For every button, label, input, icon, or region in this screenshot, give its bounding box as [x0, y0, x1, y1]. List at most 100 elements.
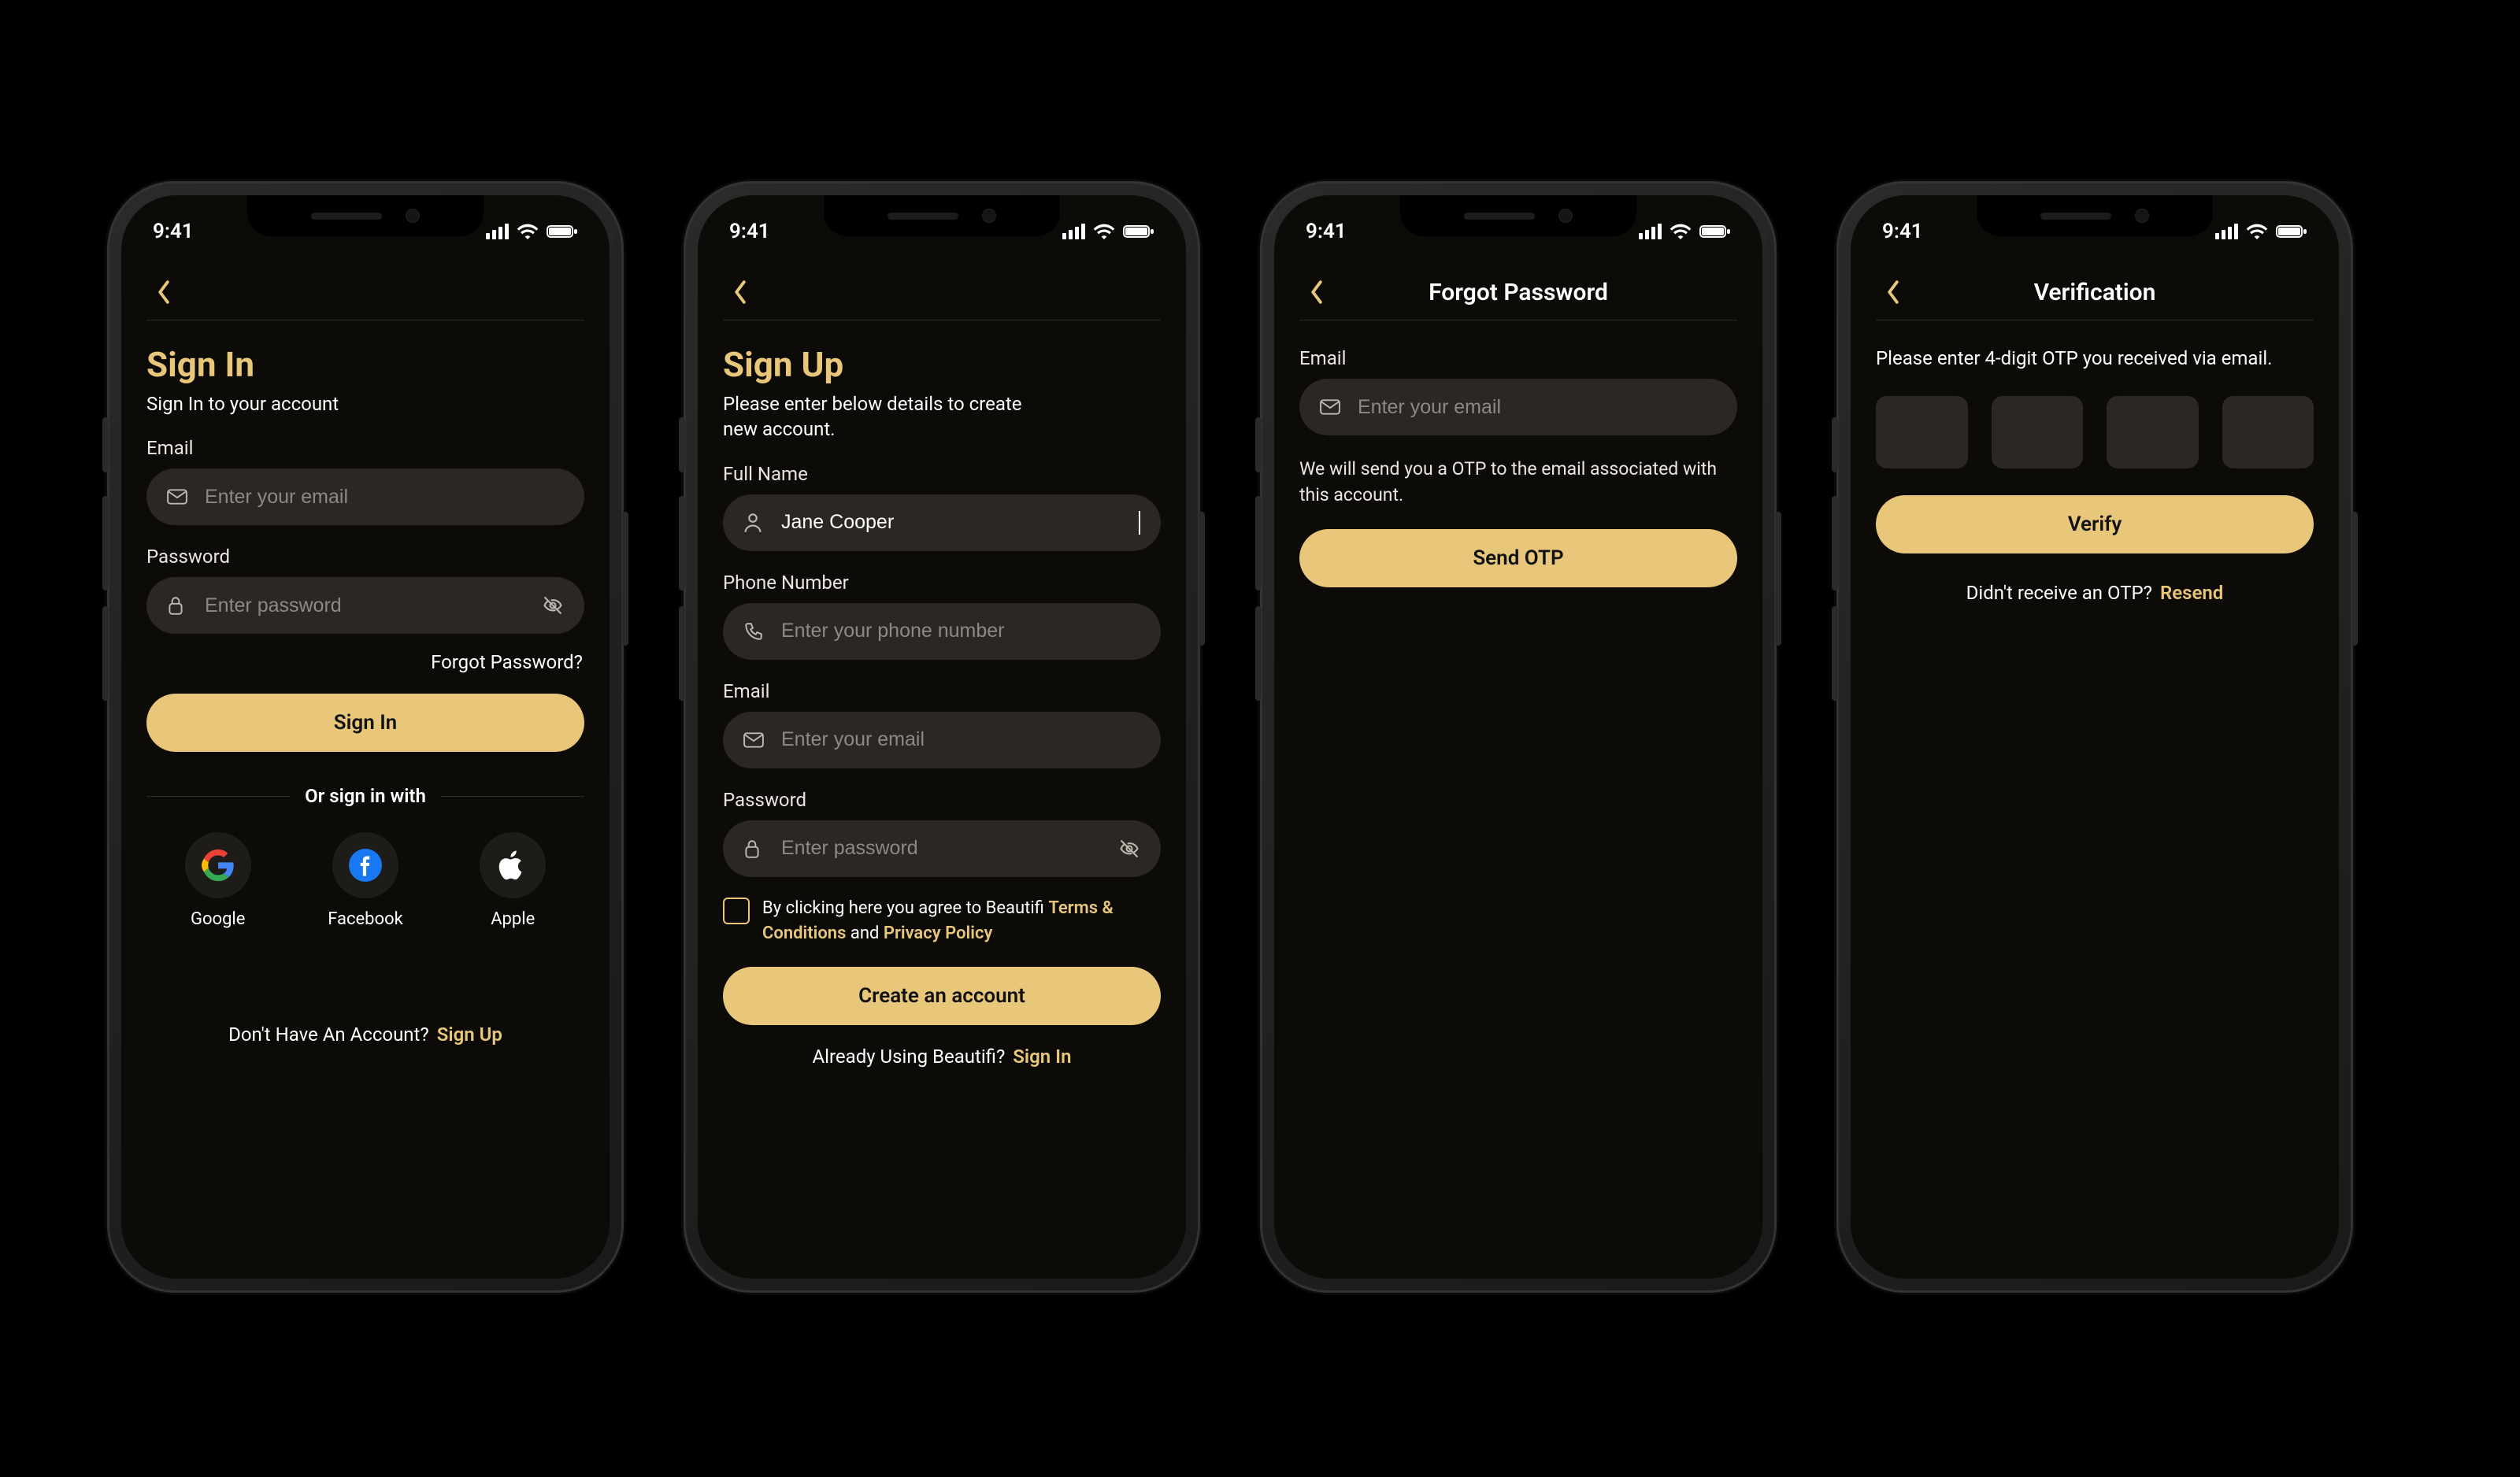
battery-icon: [1123, 224, 1154, 239]
back-button[interactable]: [1876, 275, 1910, 309]
email-field[interactable]: [146, 468, 584, 525]
divider-text: Or sign in with: [305, 785, 426, 807]
lock-icon: [167, 595, 189, 616]
password-label: Password: [146, 546, 584, 568]
email-label: Email: [146, 437, 584, 459]
status-time: 9:41: [1306, 220, 1347, 243]
phone-verification: 9:41 Verification Please enter 4-d: [1836, 181, 2353, 1293]
battery-icon: [1699, 224, 1731, 239]
google-label: Google: [191, 909, 245, 929]
social-google[interactable]: Google: [185, 832, 251, 929]
social-apple[interactable]: Apple: [480, 832, 546, 929]
password-label: Password: [723, 789, 1161, 811]
notch: [824, 195, 1060, 236]
password-field[interactable]: [146, 577, 584, 634]
resend-link[interactable]: Resend: [2160, 582, 2223, 604]
notch: [1400, 195, 1636, 236]
create-account-label: Create an account: [858, 984, 1025, 1008]
social-divider: Or sign in with: [146, 785, 584, 807]
phone-signin: 9:41: [107, 181, 624, 1293]
back-button[interactable]: [723, 275, 758, 309]
forgot-helper: We will send you a OTP to the email asso…: [1299, 456, 1737, 509]
otp-digit-2[interactable]: [1992, 396, 2084, 468]
create-account-button[interactable]: Create an account: [723, 967, 1161, 1025]
status-time: 9:41: [153, 220, 194, 243]
consent-checkbox[interactable]: [723, 898, 750, 924]
battery-icon: [547, 224, 578, 239]
otp-digit-1[interactable]: [1876, 396, 1968, 468]
forgot-password-link[interactable]: Forgot Password?: [431, 651, 583, 673]
apple-label: Apple: [491, 909, 535, 929]
eye-off-icon[interactable]: [1118, 838, 1140, 860]
mail-icon: [167, 489, 189, 505]
page-title: Sign Up: [723, 344, 1161, 385]
phone-input[interactable]: [780, 619, 1140, 643]
page-subtitle: Sign In to your account: [146, 391, 446, 416]
phone-forgot: 9:41 Forgot Password Email: [1260, 181, 1777, 1293]
otp-digit-4[interactable]: [2222, 396, 2314, 468]
password-field[interactable]: [723, 820, 1161, 877]
phone-icon: [743, 621, 765, 642]
resend-line: Didn't receive an OTP? Resend: [1876, 582, 2314, 604]
signup-link[interactable]: Sign Up: [437, 1024, 502, 1046]
fullname-input[interactable]: [780, 510, 1128, 535]
google-icon: [185, 832, 251, 898]
facebook-icon: [332, 832, 398, 898]
screen-title: Verification: [1876, 279, 2314, 306]
page-title: Sign In: [146, 344, 584, 385]
battery-icon: [2276, 224, 2307, 239]
consent-and: and: [846, 924, 883, 943]
email-field[interactable]: [1299, 379, 1737, 435]
back-button[interactable]: [1299, 275, 1334, 309]
verify-subtitle: Please enter 4-digit OTP you received vi…: [1876, 347, 2314, 369]
privacy-link[interactable]: Privacy Policy: [884, 924, 993, 943]
signin-button-label: Sign In: [334, 711, 397, 735]
notch: [247, 195, 484, 236]
phone-label: Phone Number: [723, 572, 1161, 594]
password-input[interactable]: [203, 594, 528, 618]
notch: [1977, 195, 2213, 236]
email-input[interactable]: [203, 485, 564, 509]
wifi-icon: [2246, 224, 2268, 239]
signal-icon: [2215, 224, 2238, 239]
send-otp-button[interactable]: Send OTP: [1299, 529, 1737, 587]
fullname-field[interactable]: [723, 494, 1161, 551]
apple-icon: [480, 832, 546, 898]
signal-icon: [486, 224, 509, 239]
phone-signup: 9:41 Sign Up Please enter below deta: [684, 181, 1200, 1293]
page-subtitle: Please enter below details to create new…: [723, 391, 1022, 442]
phone-field[interactable]: [723, 603, 1161, 660]
mail-icon: [743, 732, 765, 748]
user-icon: [743, 513, 765, 533]
status-time: 9:41: [1882, 220, 1923, 243]
status-time: 9:41: [729, 220, 770, 243]
email-input[interactable]: [1356, 395, 1717, 420]
eye-off-icon[interactable]: [542, 594, 564, 616]
verify-button-label: Verify: [2068, 513, 2122, 536]
signin-link[interactable]: Sign In: [1013, 1046, 1071, 1068]
verify-button[interactable]: Verify: [1876, 495, 2314, 553]
email-label: Email: [723, 680, 1161, 702]
wifi-icon: [1093, 224, 1115, 239]
fullname-label: Full Name: [723, 463, 1161, 485]
email-field[interactable]: [723, 712, 1161, 768]
signin-button[interactable]: Sign In: [146, 694, 584, 752]
lock-icon: [743, 838, 765, 859]
social-facebook[interactable]: Facebook: [328, 832, 403, 929]
signal-icon: [1639, 224, 1662, 239]
screen-title: Forgot Password: [1299, 279, 1737, 306]
email-input[interactable]: [780, 727, 1140, 752]
facebook-label: Facebook: [328, 909, 403, 929]
signal-icon: [1062, 224, 1085, 239]
no-account-line: Don't Have An Account? Sign Up: [146, 1024, 584, 1046]
email-label: Email: [1299, 347, 1737, 369]
otp-digit-3[interactable]: [2107, 396, 2199, 468]
password-input[interactable]: [780, 836, 1104, 861]
send-otp-label: Send OTP: [1473, 546, 1563, 570]
back-button[interactable]: [146, 275, 181, 309]
wifi-icon: [1670, 224, 1692, 239]
text-cursor: [1139, 511, 1140, 535]
already-text: Already Using Beautifi?: [813, 1046, 1006, 1068]
mail-icon: [1320, 399, 1342, 415]
no-otp-text: Didn't receive an OTP?: [1966, 582, 2152, 604]
